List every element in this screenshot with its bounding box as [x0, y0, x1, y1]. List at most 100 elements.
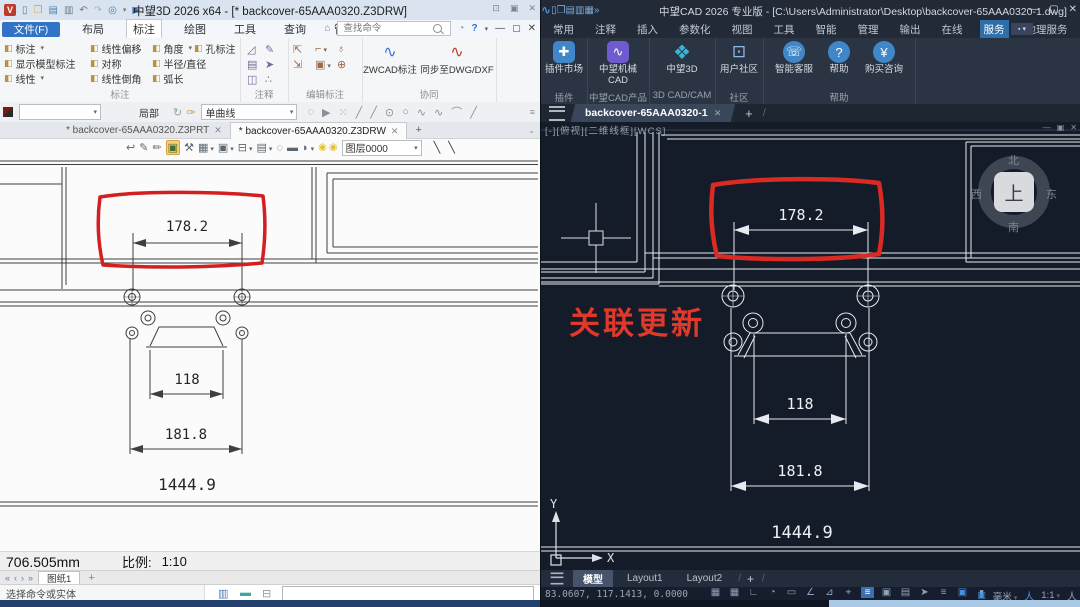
edit-dimension-icon[interactable]: ⊕ — [337, 58, 357, 71]
ribbon-button[interactable]: 线性倒角 — [90, 71, 142, 85]
compass-east[interactable]: 东 — [1046, 186, 1057, 202]
file-menu-button[interactable]: 文件(F) — [2, 22, 60, 37]
canvas-tool-icon[interactable]: ▣ — [166, 140, 180, 155]
draw-tool-icon[interactable]: ╱ — [470, 106, 477, 119]
view-navigation-compass[interactable]: 北 南 西 东 上 — [978, 156, 1050, 228]
osnap-tracking-icon[interactable]: ∠ — [804, 587, 817, 598]
compass-top-button[interactable]: 上 — [994, 172, 1034, 212]
ribbon-minimize-icon[interactable]: — — [495, 23, 505, 34]
dynamic-input-icon[interactable]: ⌖ — [842, 587, 855, 598]
ribbon-button[interactable]: 线性偏移 — [90, 41, 142, 55]
compass-south[interactable]: 南 — [1008, 219, 1019, 235]
maximize-icon[interactable]: ▢ — [1049, 4, 1058, 15]
menu-item[interactable]: 在线 — [938, 20, 967, 39]
help-dropdown-icon[interactable]: ▾ — [485, 25, 489, 33]
panel-toggle-icon[interactable]: ▥ — [218, 587, 228, 600]
color-swatch-icon[interactable] — [3, 107, 13, 117]
draw-tool-icon[interactable]: ∿ — [417, 106, 426, 119]
edit-dimension-icon[interactable]: ⇱ — [293, 43, 313, 56]
annotation-icon[interactable]: ✎ — [265, 43, 281, 56]
canvas-tool-icon[interactable]: ◌ — [276, 142, 283, 154]
save-icon[interactable]: ▤ — [566, 5, 575, 16]
layout-tab[interactable]: 模型 — [573, 570, 613, 587]
annotation-icon[interactable]: ∴ — [265, 73, 281, 86]
vp-restore-icon[interactable]: ▣ — [1057, 123, 1065, 132]
canvas-tool-icon[interactable]: ↩ — [126, 141, 135, 154]
menu-item[interactable]: 插入 — [633, 20, 662, 39]
draw-tool-icon[interactable]: ╱ — [356, 106, 363, 119]
settings-icon[interactable]: ◔ — [458, 23, 464, 34]
grid-icon[interactable]: ▦ — [709, 587, 722, 598]
curve-type-combo[interactable]: 单曲线▾ — [201, 104, 297, 120]
copy-icon[interactable]: ▦ — [584, 5, 593, 16]
home-icon[interactable]: ⌂ — [324, 23, 330, 34]
workspace-icon[interactable]: ▣ — [956, 587, 969, 598]
layout-menu-icon[interactable] — [551, 573, 564, 585]
add-layout-icon[interactable]: + — [747, 572, 754, 586]
document-tab[interactable]: backcover-65AAA0320-1 ✕ — [571, 104, 736, 122]
new-tab-icon[interactable]: + — [415, 124, 421, 136]
canvas-tool-icon[interactable]: ⊟ — [238, 141, 253, 154]
document-tab[interactable]: * backcover-65AAA0320.Z3DRW✕ — [230, 122, 408, 139]
annotation-scale-icon[interactable]: ≡ — [937, 587, 950, 598]
edit-dimension-icon[interactable]: ⌐ — [315, 43, 335, 56]
canvas-tool-icon[interactable]: ▦ — [198, 141, 214, 154]
menu-item[interactable]: 绘图 — [178, 20, 212, 38]
document-tab[interactable]: * backcover-65AAA0320.Z3PRT✕ — [58, 123, 230, 139]
menu-item[interactable]: 工具 — [228, 20, 262, 38]
vp-close-icon[interactable]: ✕ — [1070, 123, 1077, 132]
help-icon[interactable]: ? — [471, 23, 477, 34]
close-tab-icon[interactable]: ✕ — [714, 108, 722, 119]
qat-more-icon[interactable]: » — [594, 5, 600, 16]
edit-dimension-icon[interactable]: ⇲ — [293, 58, 313, 71]
edit-dimension-icon[interactable]: ♁ — [337, 43, 357, 56]
transparency-icon[interactable]: ▣ — [880, 587, 893, 598]
tab-list-dropdown-icon[interactable]: ⌄ — [528, 126, 535, 135]
draw-tool-icon[interactable]: ⁙ — [338, 106, 347, 119]
edit-dimension-icon[interactable]: ▣ — [315, 58, 335, 71]
search-icon[interactable] — [433, 24, 442, 33]
ribbon-close-icon[interactable]: ✕ — [528, 23, 536, 34]
ribbon-button[interactable]: 弧长 — [152, 71, 206, 85]
prev-sheet-icon[interactable]: ‹ — [14, 573, 17, 583]
menu-item[interactable]: 常用 — [549, 20, 578, 39]
canvas-tool-icon[interactable]: ✏ — [152, 141, 161, 154]
canvas-tool-icon[interactable]: ▬ — [287, 142, 298, 154]
annotation-icon[interactable]: ▤ — [247, 58, 263, 71]
first-sheet-icon[interactable]: « — [5, 573, 10, 583]
history-icon[interactable]: ⊟ — [262, 587, 271, 600]
menu-item[interactable]: 管理 — [854, 20, 883, 39]
open-file-icon[interactable]: ❒ — [557, 5, 566, 16]
close-tab-icon[interactable]: ✕ — [214, 125, 222, 136]
viewport-controls-label[interactable]: [-][俯视][二维线框][WCS] — [545, 123, 666, 137]
close-icon[interactable]: ✕ — [528, 3, 536, 14]
zwcad-dimension-button[interactable]: ∿ ZWCAD标注 — [364, 44, 416, 76]
menu-item[interactable]: 查询 — [278, 20, 312, 38]
plugin-market-button[interactable]: ✚ 插件市场 — [542, 41, 586, 75]
draw-tool-icon[interactable]: ⌒ — [451, 104, 462, 120]
draw-tool-icon[interactable]: ○ — [402, 106, 409, 118]
ribbon-button[interactable]: 孔标注 — [194, 41, 236, 55]
zw3d-drawing-canvas[interactable]: ↩✎✏▣⚒▦▣⊟▤◌▬◗ ◉◉ 图层0000▾ ╲╲ 178.2 118 181… — [0, 139, 540, 551]
canvas-tool-icon[interactable]: ▤ — [257, 141, 273, 154]
ribbon-button[interactable]: 对称 — [90, 56, 142, 70]
next-sheet-icon[interactable]: › — [21, 573, 24, 583]
attribute-combo[interactable]: ▾ — [19, 104, 101, 120]
cursor-select-icon[interactable]: ➤ — [918, 587, 931, 598]
purchase-consult-button[interactable]: ¥ 购买咨询 — [859, 41, 909, 75]
draw-tool-icon[interactable]: ⊙ — [385, 106, 394, 119]
menu-item[interactable]: 参数化 — [675, 20, 715, 39]
ortho-icon[interactable]: ∟ — [747, 587, 760, 598]
layout-tab[interactable]: Layout2 — [677, 572, 733, 585]
smart-support-button[interactable]: ☏ 智能客服 — [769, 41, 819, 75]
compass-north[interactable]: 北 — [1008, 152, 1019, 168]
user-community-button[interactable]: ⊡ 用户社区 — [716, 41, 762, 75]
annotation-icon[interactable]: ➤ — [265, 58, 281, 71]
layer-visibility-icon[interactable]: ◉ — [329, 142, 338, 153]
zwmech-cad-button[interactable]: ∿ 中望机械CAD — [589, 41, 647, 86]
layer-combo[interactable]: 图层0000▾ — [342, 140, 422, 156]
draw-tool-icon[interactable]: ╱ — [370, 106, 377, 119]
draw-tool-icon[interactable]: ∿ — [434, 106, 443, 119]
new-tab-icon[interactable]: + — [745, 106, 753, 121]
brush-icon[interactable]: ✑ — [186, 106, 195, 119]
